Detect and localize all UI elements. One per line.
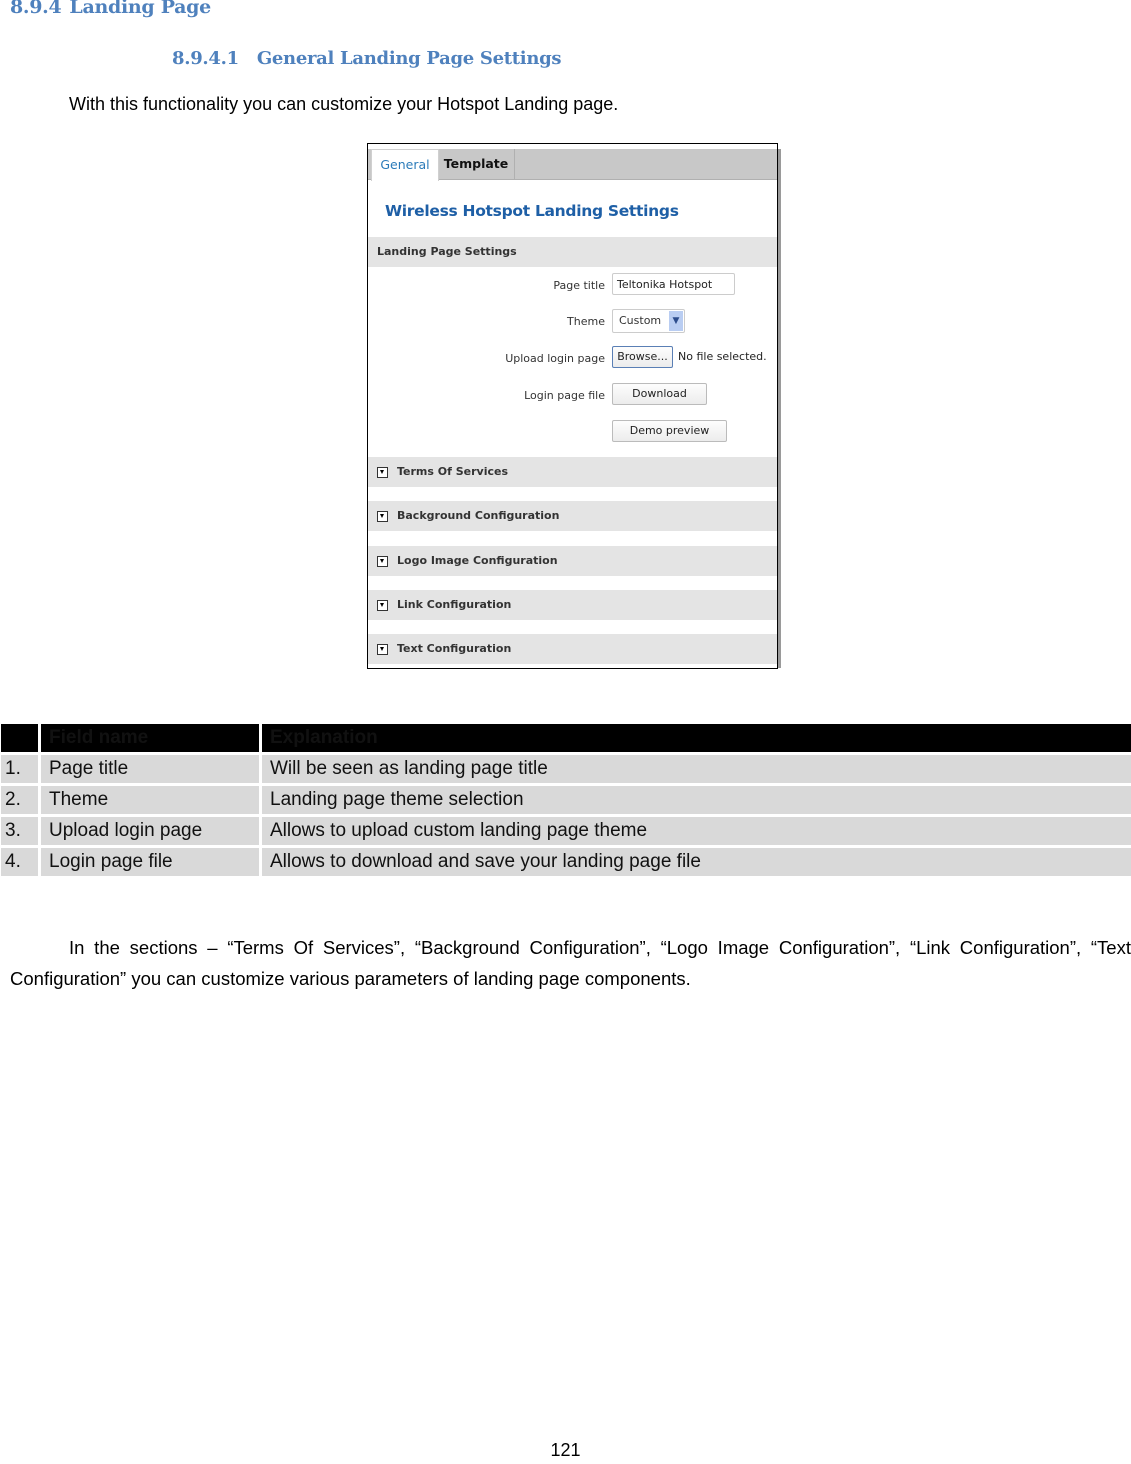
chevron-down-icon: ▼ [669, 311, 683, 331]
subsection-title: General Landing Page Settings [256, 48, 562, 69]
login-file-row: Login page file Download [368, 383, 777, 409]
row-field: Upload login page [41, 817, 259, 845]
section-label: Logo Image Configuration [397, 554, 558, 567]
expand-icon [377, 511, 388, 522]
section-label: Background Configuration [397, 509, 560, 522]
table-row: 3. Upload login page Allows to upload cu… [0, 817, 1131, 845]
row-field: Page title [41, 755, 259, 783]
settings-title: Wireless Hotspot Landing Settings [385, 202, 679, 220]
demo-row: Demo preview [368, 420, 777, 446]
section-background-configuration[interactable]: Background Configuration [368, 501, 777, 531]
page-number: 121 [550, 1440, 581, 1460]
upload-row: Upload login page Browse... No file sele… [368, 346, 777, 372]
section-label: Landing Page Settings [377, 245, 517, 258]
subsection-heading: 8.9.4.1 General Landing Page Settings [172, 48, 562, 69]
table-header: Field name Explanation [0, 724, 1131, 752]
row-number: 1. [1, 755, 38, 783]
table-row: 2. Theme Landing page theme selection [0, 786, 1131, 814]
section-number: 8.9.4 [10, 0, 62, 18]
section-logo-image-configuration[interactable]: Logo Image Configuration [368, 546, 777, 576]
section-label: Text Configuration [397, 642, 512, 655]
theme-value: Custom [619, 314, 662, 327]
subsection-number: 8.9.4.1 [172, 48, 239, 69]
row-field: Theme [41, 786, 259, 814]
header-cell-explanation: Explanation [262, 724, 1131, 752]
upload-label: Upload login page [505, 352, 605, 365]
expand-icon [377, 467, 388, 478]
expand-icon [377, 556, 388, 567]
row-field: Login page file [41, 848, 259, 876]
table-row: 4. Login page file Allows to download an… [0, 848, 1131, 876]
section-terms-of-services[interactable]: Terms Of Services [368, 457, 777, 487]
section-text-configuration[interactable]: Text Configuration [368, 634, 777, 664]
section-label: Terms Of Services [397, 465, 509, 478]
section-label: Link Configuration [397, 598, 512, 611]
row-number: 3. [1, 817, 38, 845]
expand-icon [377, 600, 388, 611]
download-button[interactable]: Download [612, 383, 707, 405]
landing-page-settings-header: Landing Page Settings [368, 237, 777, 267]
intro-text: With this functionality you can customiz… [69, 94, 619, 114]
theme-select[interactable]: Custom ▼ [612, 309, 685, 333]
table-row: 1. Page title Will be seen as landing pa… [0, 755, 1131, 783]
expand-icon [377, 644, 388, 655]
theme-label: Theme [567, 315, 605, 328]
page-title-label: Page title [553, 279, 605, 292]
section-link-configuration[interactable]: Link Configuration [368, 590, 777, 620]
tab-template[interactable]: Template [438, 149, 515, 179]
row-explanation: Allows to upload custom landing page the… [262, 817, 1131, 845]
login-file-label: Login page file [524, 389, 605, 402]
page-title-row: Page title Teltonika Hotspot [368, 273, 777, 299]
row-explanation: Will be seen as landing page title [262, 755, 1131, 783]
tab-general[interactable]: General [371, 149, 439, 181]
section-title: Landing Page [69, 0, 211, 18]
browse-button[interactable]: Browse... [612, 346, 673, 368]
row-number: 4. [1, 848, 38, 876]
embedded-screenshot: General Template Wireless Hotspot Landin… [367, 143, 778, 669]
theme-row: Theme Custom ▼ [368, 309, 777, 335]
file-status: No file selected. [678, 350, 767, 363]
header-cell-number [1, 724, 38, 752]
tab-bar: General Template [368, 149, 777, 181]
row-number: 2. [1, 786, 38, 814]
header-cell-field: Field name [41, 724, 259, 752]
row-explanation: Landing page theme selection [262, 786, 1131, 814]
demo-preview-button[interactable]: Demo preview [612, 420, 727, 442]
section-heading: 8.9.4 Landing Page [10, 0, 211, 18]
row-explanation: Allows to download and save your landing… [262, 848, 1131, 876]
sections-paragraph: In the sections – “Terms Of Services”, “… [10, 937, 1131, 989]
page-title-input[interactable]: Teltonika Hotspot [612, 273, 735, 295]
